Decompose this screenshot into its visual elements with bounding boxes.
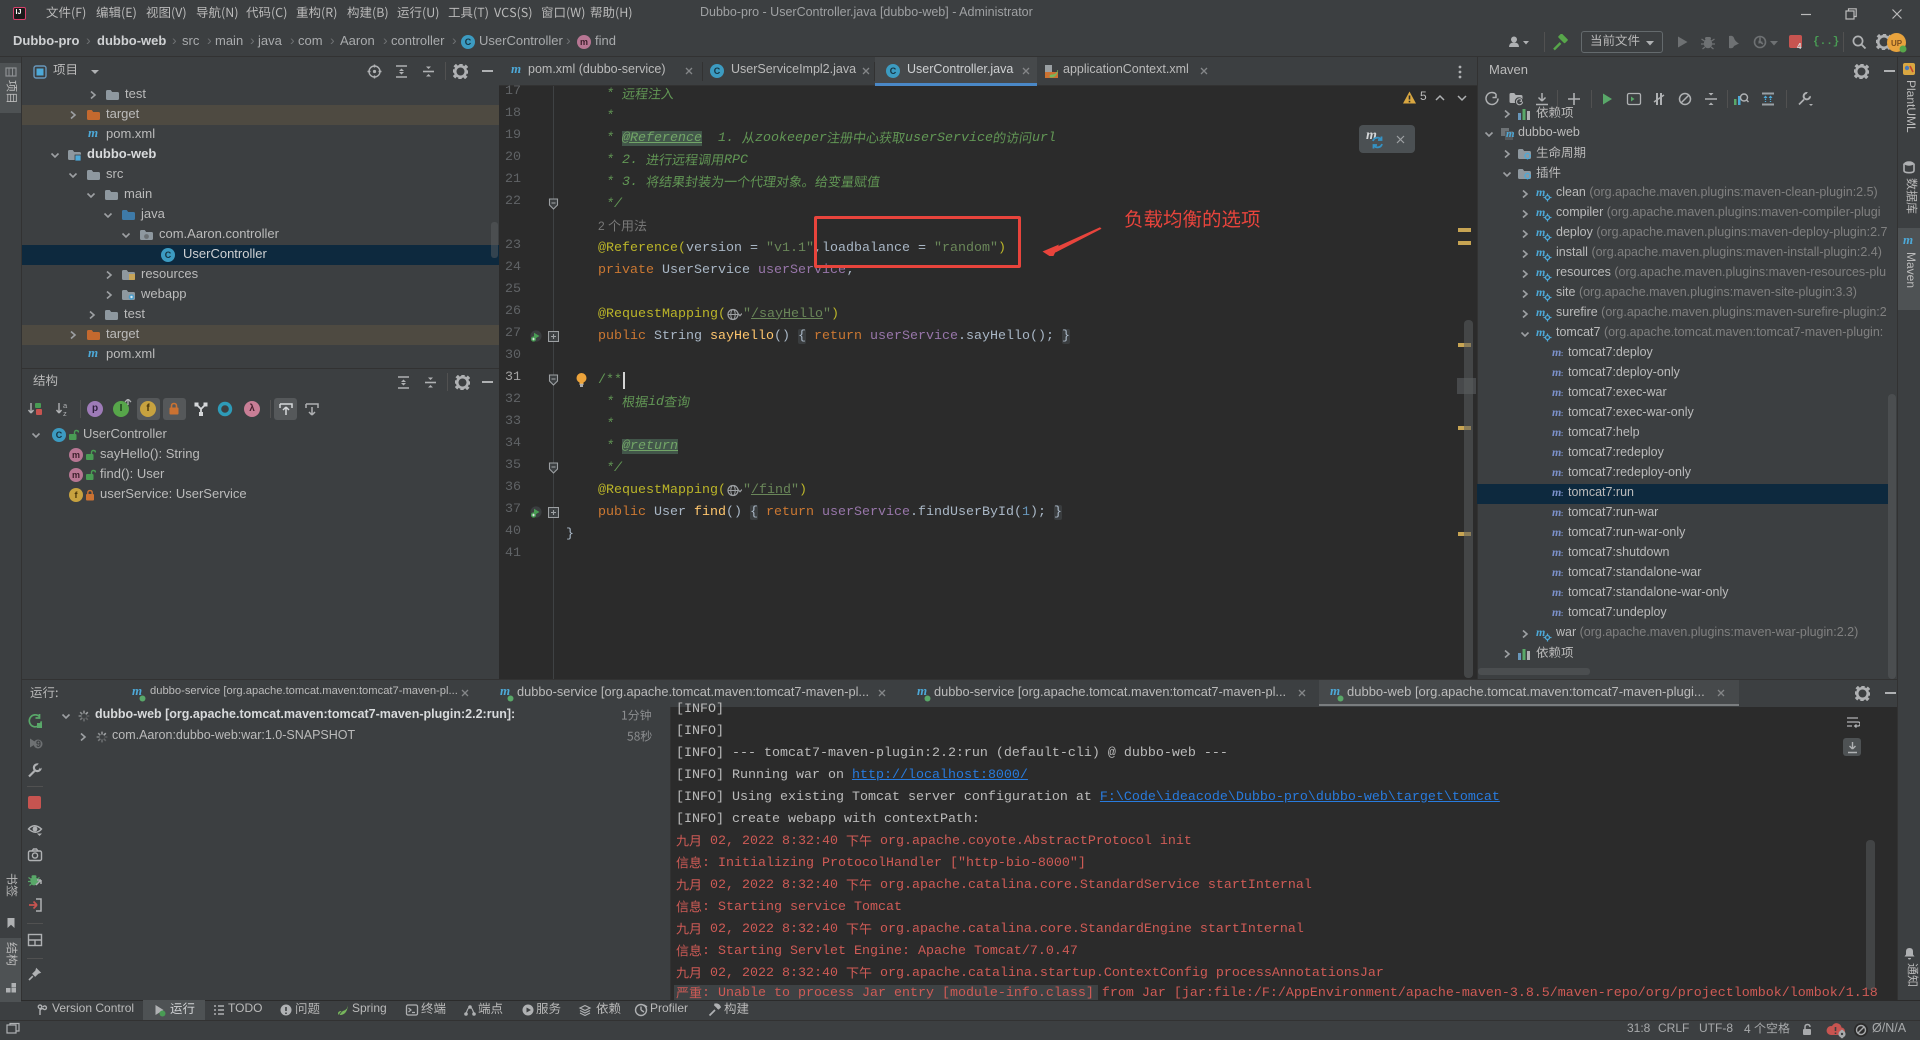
svg-text:z: z <box>63 409 67 417</box>
svg-text:9: 9 <box>36 739 41 749</box>
